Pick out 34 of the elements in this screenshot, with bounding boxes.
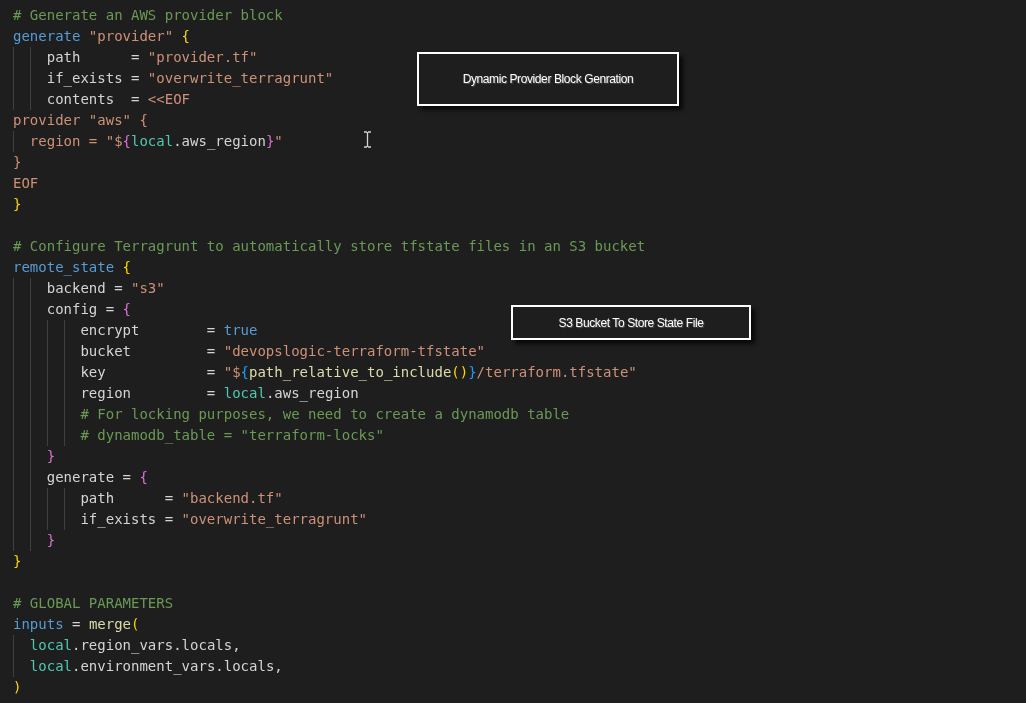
code-line: if_exists = "overwrite_terragrunt": [13, 509, 367, 530]
code-line: }: [13, 195, 22, 214]
code-line: config = {: [13, 299, 131, 320]
annotation-label: Dynamic Provider Block Genration: [417, 52, 679, 106]
code-line: local.environment_vars.locals,: [13, 656, 283, 677]
code-line: # dynamodb_table = "terraform-locks": [13, 425, 384, 446]
code-line: inputs = merge(: [13, 615, 140, 634]
code-line: # Configure Terragrunt to automatically store tfstate files in an S3 bucket: [13, 237, 646, 256]
code-line: path = "provider.tf": [13, 47, 258, 68]
code-line: EOF: [13, 174, 39, 193]
code-line: # GLOBAL PARAMETERS: [13, 594, 174, 613]
code-line: encrypt = true: [13, 320, 258, 341]
annotation-label: S3 Bucket To Store State File: [511, 305, 751, 340]
code-line: # For locking purposes, we need to create a dynamodb table: [13, 404, 570, 425]
code-line: }: [13, 153, 22, 172]
code-line: provider "aws" {: [13, 111, 148, 130]
code-line: if_exists = "overwrite_terragrunt": [13, 68, 334, 89]
code-line: key = "${path_relative_to_include()}/terraform.tfstate": [13, 362, 637, 383]
code-line: }: [13, 530, 56, 551]
code-line: path = "backend.tf": [13, 488, 283, 509]
code-line: }: [13, 552, 22, 571]
code-line: # Generate an AWS provider block: [13, 6, 283, 25]
code-line: remote_state {: [13, 258, 131, 278]
code-line: generate = {: [13, 467, 148, 488]
text-cursor-icon: [363, 131, 372, 148]
code-line: generate "provider" {: [13, 27, 191, 46]
code-line: local.region_vars.locals,: [13, 635, 241, 656]
code-line: region = "${local.aws_region}": [13, 131, 283, 152]
code-line: region = local.aws_region: [13, 383, 359, 404]
code-line: }: [13, 446, 56, 467]
code-line: contents = <<EOF: [13, 89, 190, 110]
code-line: bucket = "devopslogic-terraform-tfstate": [13, 341, 485, 362]
code-line: ): [13, 678, 22, 697]
code-line: backend = "s3": [13, 278, 165, 299]
